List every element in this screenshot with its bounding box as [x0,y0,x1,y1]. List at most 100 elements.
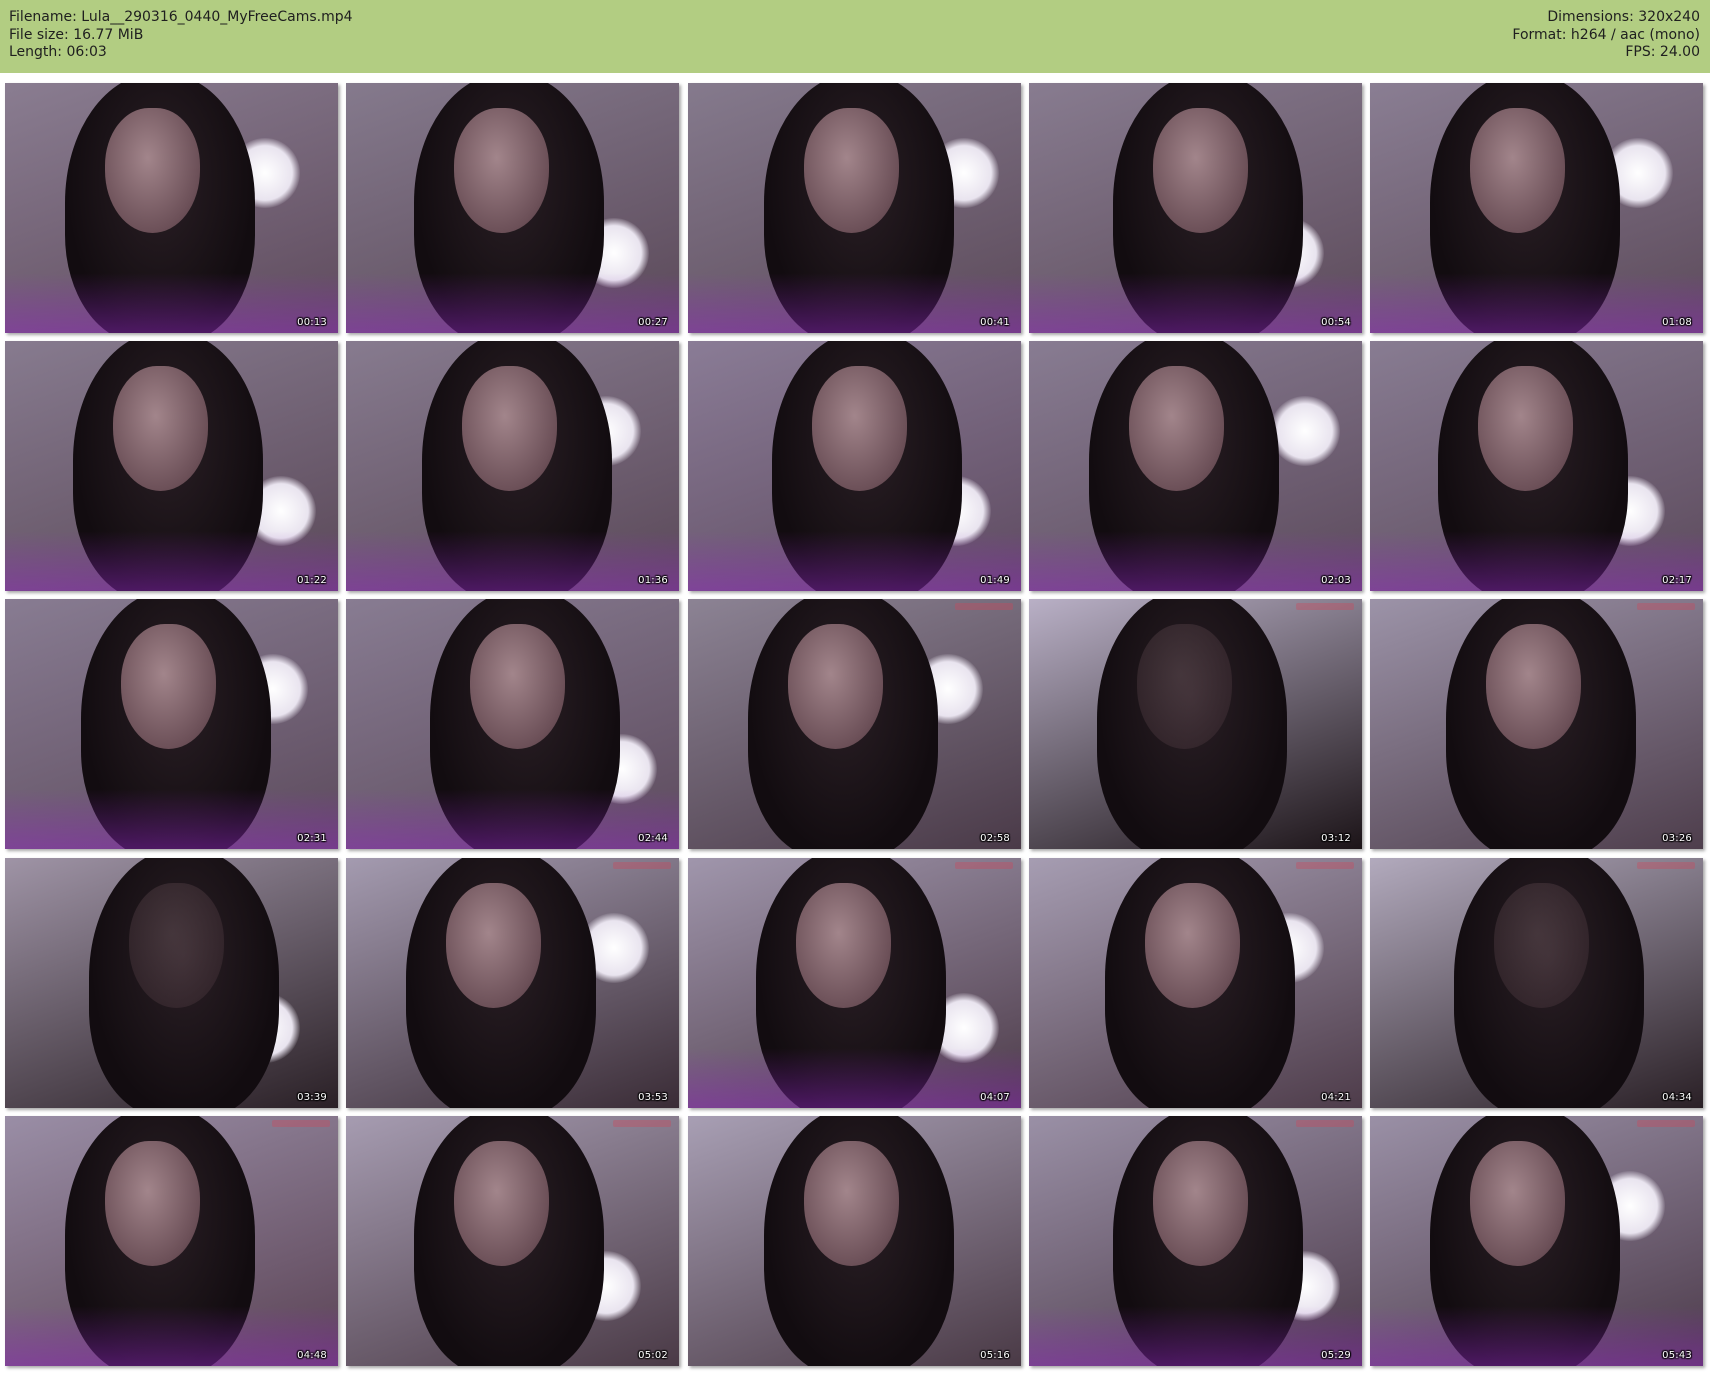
watermark-logo [955,862,1013,869]
face-shape [105,1141,200,1266]
face-shape [454,108,549,233]
video-thumbnail: 01:49 [688,341,1021,591]
thumbnail-timestamp: 03:12 [1321,833,1351,844]
watermark-logo [955,603,1013,610]
purple-light-glow [5,273,338,333]
video-thumbnail: 03:53 [346,858,679,1108]
face-shape [1137,624,1232,749]
face-shape [1145,883,1240,1008]
video-thumbnail: 00:54 [1029,83,1362,333]
purple-light-glow [1370,273,1703,333]
thumbnail-timestamp: 05:43 [1662,1350,1692,1361]
thumbnail-timestamp: 01:36 [638,575,668,586]
video-thumbnail: 04:07 [688,858,1021,1108]
thumbnail-timestamp: 05:02 [638,1350,668,1361]
thumbnail-timestamp: 00:13 [297,317,327,328]
thumbnail-timestamp: 01:49 [980,575,1010,586]
purple-light-glow [5,531,338,591]
face-shape [1486,624,1581,749]
face-shape [462,366,557,491]
watermark-logo [613,862,671,869]
watermark-logo [1296,603,1354,610]
thumbnail-timestamp: 02:17 [1662,575,1692,586]
face-shape [788,624,883,749]
purple-light-glow [1029,1306,1362,1366]
video-thumbnail: 04:21 [1029,858,1362,1108]
video-thumbnail: 02:44 [346,599,679,849]
face-shape [446,883,541,1008]
video-thumbnail: 03:12 [1029,599,1362,849]
face-shape [1478,366,1573,491]
face-shape [1494,883,1589,1008]
video-thumbnail: 04:48 [5,1116,338,1366]
video-thumbnail: 05:43 [1370,1116,1703,1366]
face-shape [804,108,899,233]
video-thumbnail: 04:34 [1370,858,1703,1108]
video-thumbnail: 00:27 [346,83,679,333]
face-shape [470,624,565,749]
purple-light-glow [688,1048,1021,1108]
video-thumbnail: 05:29 [1029,1116,1362,1366]
watermark-logo [1296,1120,1354,1127]
video-thumbnail: 05:02 [346,1116,679,1366]
video-thumbnail: 05:16 [688,1116,1021,1366]
video-thumbnail: 03:39 [5,858,338,1108]
face-shape [129,883,224,1008]
thumbnail-timestamp: 04:21 [1321,1092,1351,1103]
thumbnail-grid: 00:13 00:27 00:41 00:54 01:08 01:22 01:36 01:49… [0,0,1710,1373]
watermark-logo [272,1120,330,1127]
face-shape [796,883,891,1008]
face-shape [454,1141,549,1266]
purple-light-glow [1370,1306,1703,1366]
face-shape [113,366,208,491]
watermark-logo [1637,1120,1695,1127]
thumbnail-timestamp: 03:39 [297,1092,327,1103]
thumbnail-timestamp: 02:03 [1321,575,1351,586]
video-thumbnail: 02:17 [1370,341,1703,591]
watermark-logo [1637,862,1695,869]
video-thumbnail: 01:08 [1370,83,1703,333]
purple-light-glow [1029,531,1362,591]
thumbnail-timestamp: 03:26 [1662,833,1692,844]
face-shape [105,108,200,233]
thumbnail-timestamp: 04:34 [1662,1092,1692,1103]
face-shape [1470,1141,1565,1266]
purple-light-glow [688,273,1021,333]
thumbnail-timestamp: 05:16 [980,1350,1010,1361]
purple-light-glow [1370,531,1703,591]
thumbnail-timestamp: 04:07 [980,1092,1010,1103]
face-shape [1470,108,1565,233]
thumbnail-timestamp: 04:48 [297,1350,327,1361]
thumbnail-timestamp: 03:53 [638,1092,668,1103]
face-shape [121,624,216,749]
face-shape [1153,1141,1248,1266]
thumbnail-timestamp: 01:08 [1662,317,1692,328]
purple-light-glow [1029,273,1362,333]
thumbnail-timestamp: 02:31 [297,833,327,844]
purple-light-glow [5,1306,338,1366]
thumbnail-timestamp: 00:54 [1321,317,1351,328]
purple-light-glow [688,531,1021,591]
video-thumbnail: 00:13 [5,83,338,333]
purple-light-glow [5,789,338,849]
face-shape [812,366,907,491]
video-thumbnail: 03:26 [1370,599,1703,849]
face-shape [1129,366,1224,491]
thumbnail-timestamp: 00:41 [980,317,1010,328]
thumbnail-timestamp: 02:44 [638,833,668,844]
video-thumbnail: 02:58 [688,599,1021,849]
studio-light-shape [1270,396,1340,466]
thumbnail-timestamp: 05:29 [1321,1350,1351,1361]
purple-light-glow [346,531,679,591]
thumbnail-timestamp: 02:58 [980,833,1010,844]
face-shape [1153,108,1248,233]
watermark-logo [1296,862,1354,869]
video-thumbnail: 01:36 [346,341,679,591]
watermark-logo [1637,603,1695,610]
thumbnail-timestamp: 01:22 [297,575,327,586]
video-thumbnail: 02:31 [5,599,338,849]
watermark-logo [613,1120,671,1127]
purple-light-glow [346,273,679,333]
purple-light-glow [346,789,679,849]
video-thumbnail: 02:03 [1029,341,1362,591]
